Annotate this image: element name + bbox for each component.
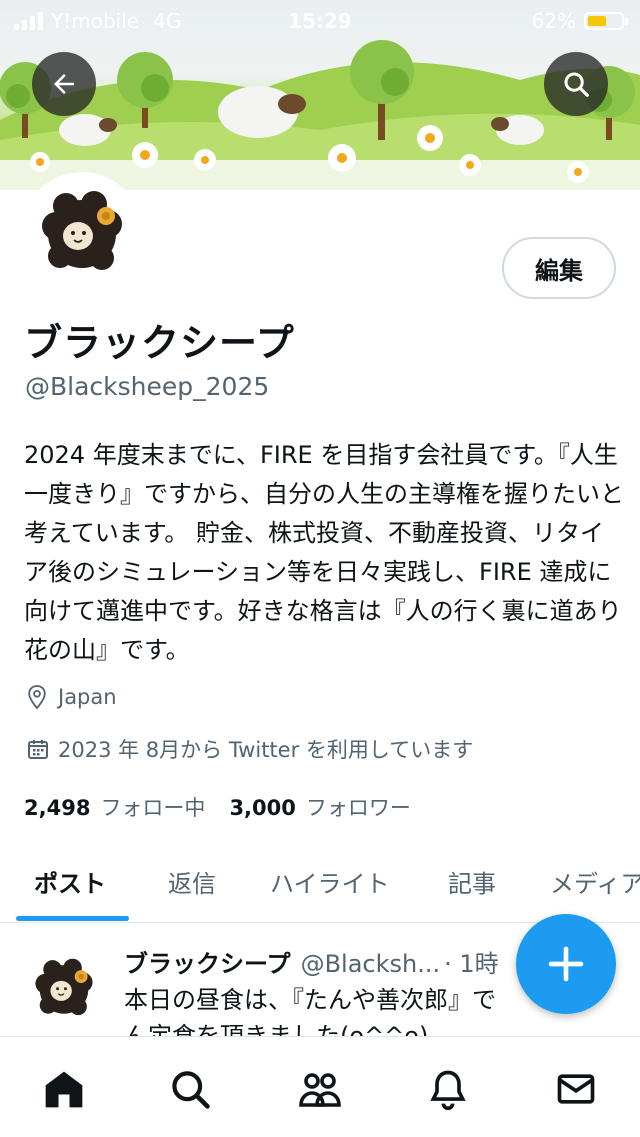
tab-posts[interactable]: ポスト <box>34 864 106 899</box>
communities-icon <box>299 1073 341 1107</box>
tweet-time: · 1時 <box>444 950 499 978</box>
bell-icon <box>430 1070 466 1111</box>
tweet-header: ブラックシープ @Blacksh... · 1時 <box>124 944 499 979</box>
search-icon <box>172 1071 210 1109</box>
edit-profile-button[interactable]: 編集 <box>502 237 616 299</box>
active-tab-indicator <box>16 916 129 921</box>
profile-tabs: ポスト 返信 ハイライト 記事 メディア <box>0 856 640 923</box>
mail-icon <box>557 1074 595 1104</box>
tab-media[interactable]: メディア <box>550 864 640 899</box>
profile-avatar[interactable] <box>22 172 142 292</box>
bottom-nav <box>0 1036 640 1137</box>
compose-button[interactable] <box>516 914 616 1014</box>
following-link[interactable]: 2,498 フォロー中 <box>24 792 205 822</box>
status-bar: Y!mobile 4G 15:29 62% <box>0 0 640 40</box>
nav-communities[interactable] <box>296 1065 344 1113</box>
followers-count: 3,000 <box>229 796 296 820</box>
followers-label: フォロワー <box>305 796 411 820</box>
battery-percent: 62% <box>531 9 576 33</box>
black-sheep-avatar <box>26 176 138 288</box>
plus-icon <box>548 946 584 982</box>
arrow-left-icon <box>54 74 74 94</box>
black-sheep-avatar <box>24 948 104 1028</box>
search-icon <box>564 72 589 97</box>
tweet-author-name[interactable]: ブラックシープ <box>124 950 291 978</box>
join-date-text: 2023 年 8月から Twitter を利用しています <box>58 738 474 762</box>
tweet-author-handle[interactable]: @Blacksh... <box>301 950 441 978</box>
location-text: Japan <box>58 685 117 709</box>
back-button[interactable] <box>32 52 96 116</box>
profile-bio: 2024 年度末までに、FIRE を目指す会社員です。『人生一度きり』ですから、… <box>24 441 624 664</box>
follow-stats: 2,498 フォロー中 3,000 フォロワー <box>24 792 411 822</box>
home-icon <box>45 1071 83 1108</box>
profile-location: Japan <box>26 684 117 710</box>
following-label: フォロー中 <box>100 796 206 820</box>
nav-search[interactable] <box>166 1065 214 1113</box>
join-date: 2023 年 8月から Twitter を利用しています <box>26 734 473 764</box>
battery-info: 62% <box>531 9 628 33</box>
tab-replies[interactable]: 返信 <box>168 864 216 899</box>
nav-messages[interactable] <box>552 1065 600 1113</box>
battery-icon <box>584 12 628 30</box>
nav-home[interactable] <box>40 1065 88 1113</box>
user-handle: @Blacksheep_2025 <box>25 372 270 401</box>
followers-link[interactable]: 3,000 フォロワー <box>229 792 410 822</box>
following-count: 2,498 <box>24 796 91 820</box>
nav-notifications[interactable] <box>424 1065 472 1113</box>
location-pin-icon <box>28 685 46 710</box>
display-name: ブラックシープ <box>24 321 295 365</box>
search-button[interactable] <box>544 52 608 116</box>
tab-articles[interactable]: 記事 <box>448 864 496 899</box>
battery-fill <box>588 16 607 26</box>
tab-highlights[interactable]: ハイライト <box>270 864 390 899</box>
calendar-icon <box>28 740 48 759</box>
tweet-avatar[interactable] <box>24 948 104 1028</box>
